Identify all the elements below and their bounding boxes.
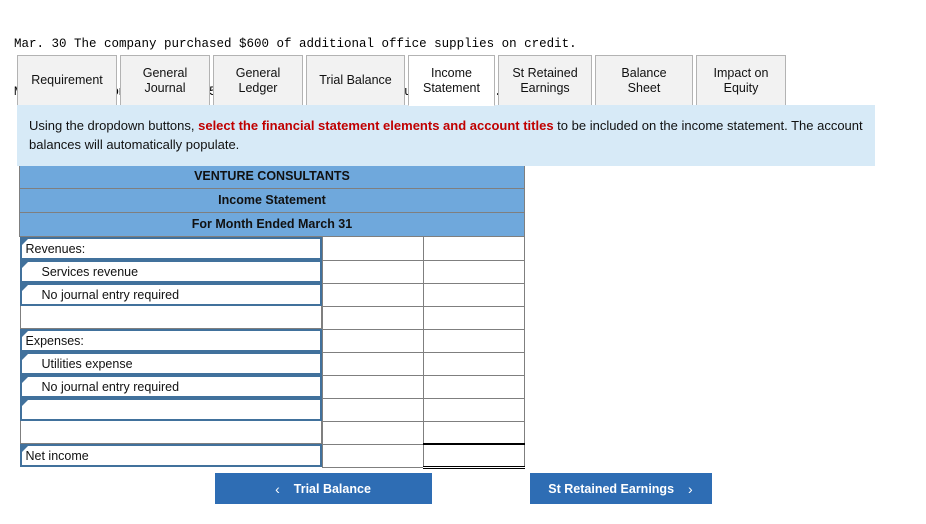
- account-dropdown-value: Revenues:: [25, 242, 86, 256]
- amount-cell: [423, 282, 525, 307]
- amount-cell: [322, 328, 424, 353]
- prev-button-label: Trial Balance: [293, 481, 371, 496]
- statement-row: [19, 397, 525, 422]
- amount-cell: [322, 420, 424, 445]
- statement-company-row: VENTURE CONSULTANTS: [19, 164, 525, 189]
- statement-row: No journal entry required: [19, 374, 525, 399]
- amount-cell: [322, 259, 424, 284]
- amount-cell: [322, 397, 424, 422]
- statement-period: For Month Ended March 31: [19, 212, 525, 237]
- account-dropdown[interactable]: Utilities expense: [19, 352, 322, 375]
- statement-period-row: For Month Ended March 31: [19, 212, 525, 237]
- amount-cell: [322, 443, 424, 468]
- account-dropdown[interactable]: No journal entry required: [19, 283, 322, 306]
- amount-cell: [322, 305, 424, 330]
- statement-row: [19, 305, 525, 330]
- account-dropdown-value: Expenses:: [25, 334, 84, 348]
- banner-text-before: Using the dropdown buttons,: [29, 118, 199, 133]
- statement-tabs: Requirement General Journal General Ledger…: [17, 55, 875, 106]
- dropdown-marker-icon: [21, 377, 28, 383]
- income-statement-table: VENTURE CONSULTANTS Income Statement For…: [19, 164, 525, 469]
- statement-row: Utilities expense: [19, 351, 525, 376]
- account-dropdown-value: Utilities expense: [41, 357, 133, 371]
- statement-row: Services revenue: [19, 259, 525, 284]
- account-dropdown[interactable]: [19, 398, 322, 421]
- account-dropdown[interactable]: No journal entry required: [19, 375, 322, 398]
- instruction-banner: Using the dropdown buttons, select the f…: [17, 105, 875, 166]
- banner-highlight: select the financial statement elements …: [198, 118, 554, 133]
- account-dropdown-value: Net income: [25, 449, 89, 463]
- statement-row: Expenses:: [19, 328, 525, 353]
- amount-cell: [423, 397, 525, 422]
- tab-trial-balance[interactable]: Trial Balance: [306, 55, 405, 106]
- statement-title: Income Statement: [19, 188, 525, 213]
- tab-income-statement[interactable]: Income Statement: [408, 55, 495, 106]
- amount-cell: [423, 305, 525, 330]
- amount-cell: [423, 420, 525, 445]
- account-dropdown-value: No journal entry required: [41, 380, 180, 394]
- prev-trial-balance-button[interactable]: ‹ Trial Balance: [214, 473, 432, 504]
- statement-row: Revenues:: [19, 236, 525, 261]
- amount-cell: [423, 259, 525, 284]
- chevron-right-icon: ›: [688, 480, 693, 497]
- account-dropdown[interactable]: Net income: [19, 444, 322, 467]
- statement-spacer-cell: [19, 421, 322, 444]
- next-st-retained-earnings-button[interactable]: St Retained Earnings ›: [529, 473, 712, 504]
- amount-cell: [322, 374, 424, 399]
- account-dropdown[interactable]: Services revenue: [19, 260, 322, 283]
- tab-balance-sheet[interactable]: Balance Sheet: [595, 55, 693, 106]
- amount-cell: [322, 282, 424, 307]
- amount-cell: [423, 443, 525, 469]
- tab-requirement[interactable]: Requirement: [17, 55, 117, 106]
- dropdown-marker-icon: [21, 400, 28, 406]
- narrative-line: Mar. 30 The company purchased $600 of ad…: [14, 37, 577, 51]
- chevron-left-icon: ‹: [275, 480, 280, 497]
- tab-general-journal[interactable]: General Journal: [120, 55, 210, 106]
- next-button-label: St Retained Earnings: [548, 481, 675, 496]
- account-dropdown-value: Services revenue: [41, 265, 139, 279]
- dropdown-marker-icon: [21, 239, 28, 245]
- dropdown-marker-icon: [21, 331, 28, 337]
- dropdown-marker-icon: [21, 446, 28, 452]
- statement-title-row: Income Statement: [19, 188, 525, 213]
- account-dropdown-value: No journal entry required: [41, 288, 180, 302]
- amount-cell: [322, 236, 424, 261]
- dropdown-marker-icon: [21, 262, 28, 268]
- statement-row: [19, 420, 525, 445]
- dropdown-marker-icon: [21, 354, 28, 360]
- statement-row: Net income: [19, 443, 525, 469]
- amount-cell: [423, 328, 525, 353]
- statement-footer-nav: ‹ Trial Balance St Retained Earnings ›: [0, 473, 926, 504]
- statement-company-name: VENTURE CONSULTANTS: [19, 164, 525, 189]
- tab-st-retained-earnings[interactable]: St Retained Earnings: [498, 55, 592, 106]
- amount-cell: [322, 351, 424, 376]
- tab-general-ledger[interactable]: General Ledger: [213, 55, 303, 106]
- statement-spacer-cell: [19, 306, 322, 329]
- dropdown-marker-icon: [21, 285, 28, 291]
- account-dropdown[interactable]: Expenses:: [19, 329, 322, 352]
- amount-cell: [423, 351, 525, 376]
- statement-row: No journal entry required: [19, 282, 525, 307]
- account-dropdown[interactable]: Revenues:: [19, 237, 322, 260]
- tab-impact-on-equity[interactable]: Impact on Equity: [696, 55, 786, 106]
- amount-cell: [423, 374, 525, 399]
- amount-cell: [423, 236, 525, 261]
